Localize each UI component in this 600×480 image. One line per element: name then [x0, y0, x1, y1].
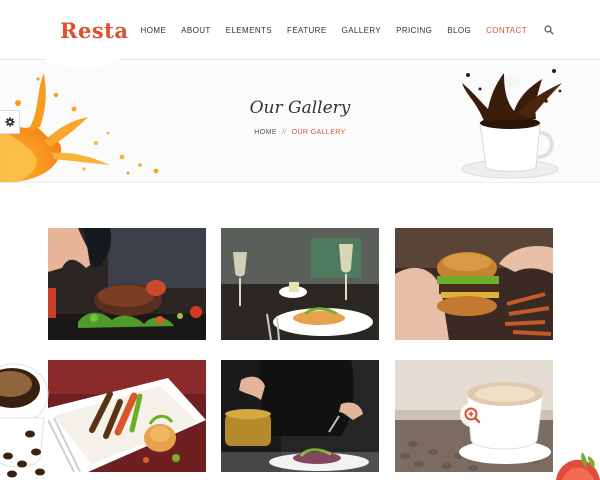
gallery-item-cappuccino[interactable]	[395, 360, 553, 472]
nav-about[interactable]: ABOUT	[181, 26, 211, 35]
main-nav: HOME ABOUT ELEMENTS FEATURE GALLERY PRIC…	[141, 25, 554, 35]
breadcrumb-current: OUR GALLERY	[291, 129, 346, 136]
grilled-vegetables-photo	[48, 360, 206, 472]
restaurant-table-photo	[221, 228, 379, 340]
gallery-item-restaurant-table[interactable]	[221, 228, 379, 340]
coffee-cup-image	[461, 69, 562, 179]
zoom-icon[interactable]	[459, 402, 485, 428]
gallery-item-burger[interactable]	[395, 228, 553, 340]
nav-blog[interactable]: BLOG	[447, 26, 471, 35]
page-banner: Our Gallery HOME//OUR GALLERY	[0, 61, 600, 183]
nav-feature[interactable]: FEATURE	[287, 26, 327, 35]
search-icon[interactable]	[544, 25, 554, 35]
breadcrumb-separator: //	[281, 129, 287, 136]
nav-gallery[interactable]: GALLERY	[342, 26, 382, 35]
chef-plating-photo	[221, 360, 379, 472]
site-header: Resta HOME ABOUT ELEMENTS FEATURE GALLER…	[0, 0, 600, 70]
nav-elements[interactable]: ELEMENTS	[226, 26, 272, 35]
juice-splash-image	[0, 73, 159, 182]
gallery-item-grilled-vegetables[interactable]	[48, 360, 206, 472]
logo[interactable]: Resta	[60, 18, 128, 43]
nav-contact[interactable]: CONTACT	[486, 26, 527, 35]
gallery-item-steak[interactable]	[48, 228, 206, 340]
burger-photo	[395, 228, 553, 340]
espresso-cup-decoration	[0, 363, 49, 478]
breadcrumb-home[interactable]: HOME	[254, 129, 277, 136]
gear-icon	[4, 117, 15, 127]
nav-home[interactable]: HOME	[141, 26, 167, 35]
settings-toggle[interactable]	[0, 110, 20, 134]
gallery-item-chef-plating[interactable]	[221, 360, 379, 472]
nav-pricing[interactable]: PRICING	[396, 26, 432, 35]
fruit-decoration	[556, 452, 600, 480]
steak-photo	[48, 228, 206, 340]
